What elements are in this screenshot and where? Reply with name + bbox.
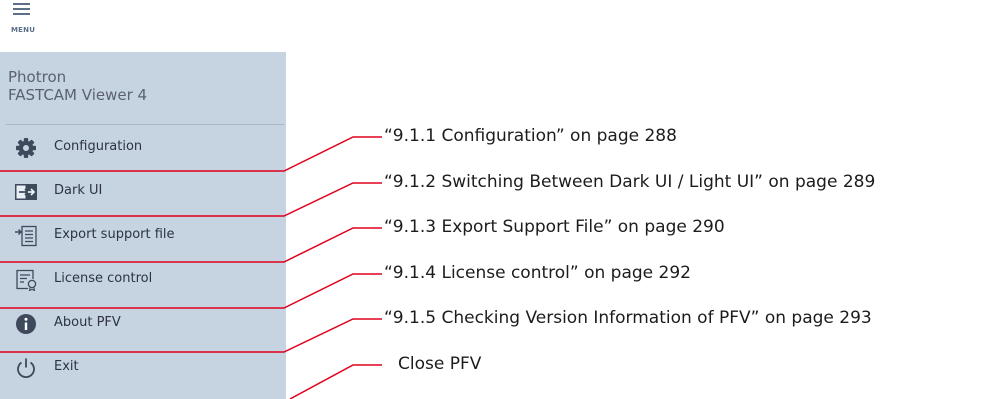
leader-line-configuration [0, 136, 382, 172]
leader-line-exit [289, 364, 382, 399]
leader-line-about-pfv [0, 318, 382, 353]
callout-exit: Close PFV [398, 354, 482, 374]
leader-line-export-support-file [0, 227, 382, 263]
callout-license-control: “9.1.4 License control” on page 292 [384, 263, 691, 283]
callout-dark-ui: “9.1.2 Switching Between Dark UI / Light… [384, 172, 876, 192]
leader-line-dark-ui [0, 182, 382, 217]
callout-about-pfv: “9.1.5 Checking Version Information of P… [384, 308, 872, 328]
leader-line-license-control [0, 273, 382, 309]
callout-configuration: “9.1.1 Configuration” on page 288 [384, 126, 677, 146]
callout-export-support-file: “9.1.3 Export Support File” on page 290 [384, 217, 725, 237]
callout-leader-lines [0, 136, 382, 399]
